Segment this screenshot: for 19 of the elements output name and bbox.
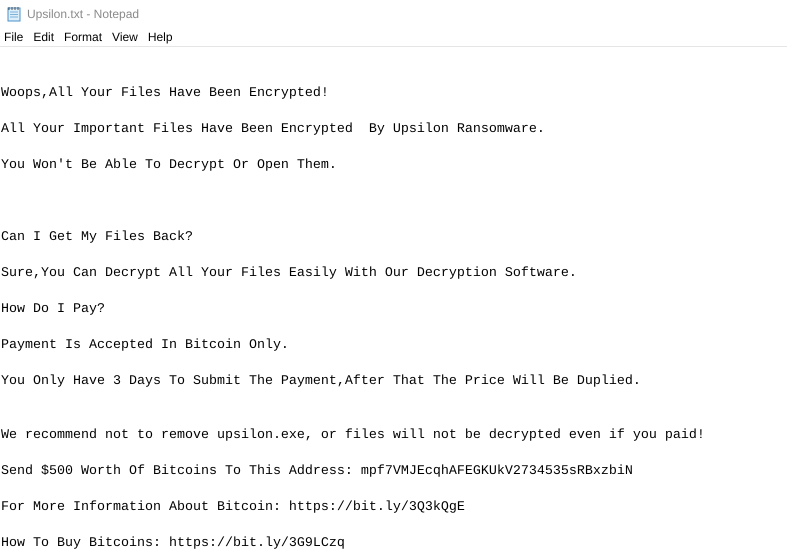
- text-line: How Do I Pay?: [0, 301, 106, 319]
- text-line: Payment Is Accepted In Bitcoin Only.: [0, 337, 290, 355]
- notepad-icon: [6, 6, 22, 22]
- text-line: Send $500 Worth Of Bitcoins To This Address: mpf7VMJEcqhAFEGKUkV2734535sRBxzbiN: [0, 463, 634, 481]
- text-line: Sure,You Can Decrypt All Your Files Easily With Our Decryption Software.: [0, 265, 578, 283]
- window-title: Upsilon.txt - Notepad: [27, 6, 140, 23]
- text-line: You Won't Be Able To Decrypt Or Open Them.: [0, 157, 338, 175]
- text-line: You Only Have 3 Days To Submit The Payment,After That The Price Will Be Duplied.: [0, 373, 642, 391]
- menu-item[interactable]: Help: [144, 28, 176, 46]
- menu-item[interactable]: File: [1, 28, 26, 46]
- menu-item[interactable]: View: [109, 28, 141, 46]
- text-line: All Your Important Files Have Been Encrypted By Upsilon Ransomware.: [0, 121, 546, 139]
- menu-item[interactable]: Edit: [30, 28, 58, 46]
- text-line: How To Buy Bitcoins: https://bit.ly/3G9LCzq: [0, 535, 346, 549]
- text-line: For More Information About Bitcoin: https://bit.ly/3Q3kQgE: [0, 499, 466, 517]
- text-line: We recommend not to remove upsilon.exe, or files will not be decrypted even if you paid!: [0, 427, 706, 445]
- menu-item[interactable]: Format: [61, 28, 106, 46]
- text-line: Woops,All Your Files Have Been Encrypted!: [0, 85, 330, 103]
- text-line: Can I Get My Files Back?: [0, 229, 194, 247]
